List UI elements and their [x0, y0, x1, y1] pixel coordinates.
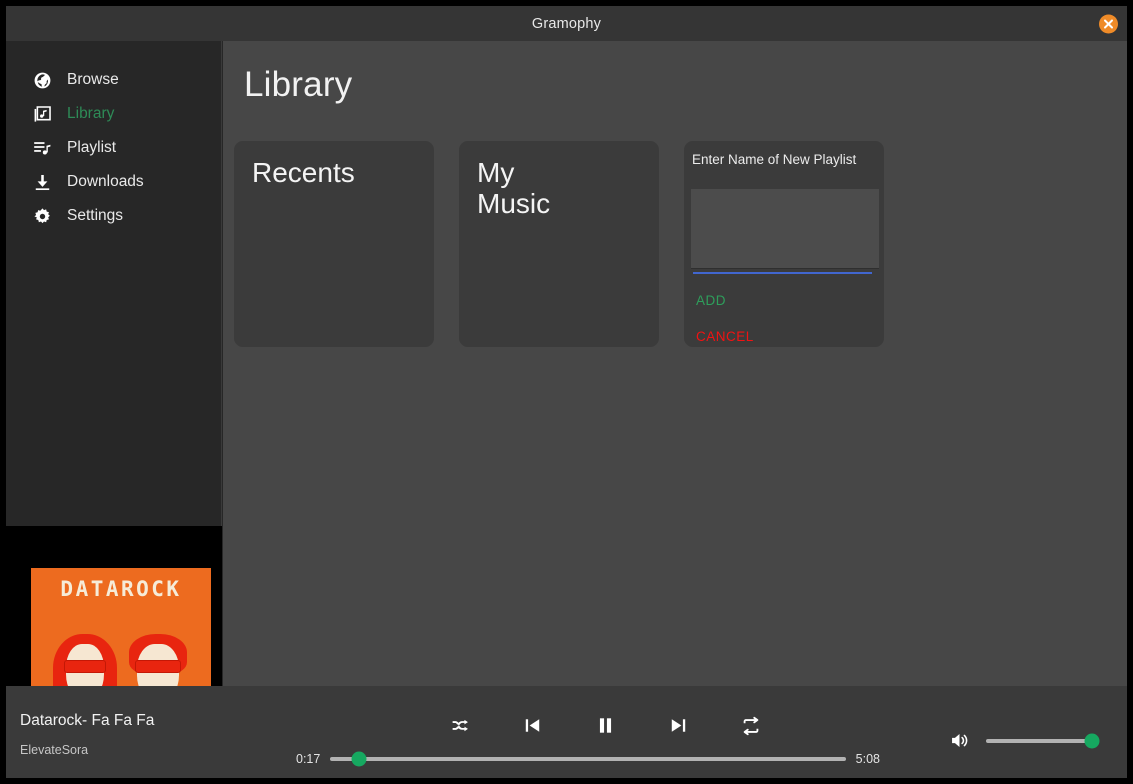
library-card-row: Recents My Music Enter Name of New Playl…: [234, 141, 884, 347]
library-card-recents[interactable]: Recents: [234, 141, 434, 347]
title-bar: Gramophy: [6, 6, 1127, 41]
speaker-icon[interactable]: [949, 730, 970, 751]
dialog-heading: Enter Name of New Playlist: [692, 152, 857, 167]
page-title: Library: [244, 65, 353, 104]
play-pause-button[interactable]: [590, 710, 621, 741]
seek-row: 0:17 5:08: [296, 751, 880, 767]
sidebar-item-downloads[interactable]: Downloads: [6, 165, 222, 199]
shuffle-button[interactable]: [446, 711, 475, 740]
close-button[interactable]: [1099, 14, 1118, 33]
volume-slider-thumb[interactable]: [1084, 733, 1100, 748]
track-artist: ElevateSora: [20, 743, 89, 757]
shuffle-icon: [452, 719, 468, 732]
skip-previous-icon: [525, 719, 540, 732]
repeat-icon: [743, 716, 759, 735]
sidebar-item-label: Playlist: [67, 139, 117, 156]
elapsed-time: 0:17: [296, 752, 321, 766]
cancel-button[interactable]: CANCEL: [696, 329, 754, 344]
volume-row: [949, 730, 1100, 751]
globe-icon: [32, 70, 53, 91]
seek-slider-thumb[interactable]: [351, 751, 367, 767]
library-card-title: Recents: [252, 157, 355, 188]
window-title: Gramophy: [531, 15, 602, 32]
repeat-button[interactable]: [736, 711, 766, 741]
input-focus-underline: [693, 272, 872, 274]
pause-icon: [599, 718, 612, 733]
duration-time: 5:08: [855, 752, 880, 766]
library-card-title: My Music: [477, 157, 551, 220]
close-icon: [1104, 19, 1113, 28]
main-content: Library Recents My Music Enter Name of N…: [223, 41, 1127, 778]
app-window: Gramophy Browse Library Playlist Downloa…: [6, 6, 1127, 778]
sidebar-item-label: Library: [67, 105, 115, 122]
album-art-band-name: DATAROCK: [60, 577, 182, 601]
sidebar-item-settings[interactable]: Settings: [6, 199, 222, 233]
sidebar-item-browse[interactable]: Browse: [6, 63, 222, 97]
library-card-my-music[interactable]: My Music: [459, 141, 659, 347]
sidebar: Browse Library Playlist Downloads Settin…: [6, 41, 222, 778]
sidebar-item-playlist[interactable]: Playlist: [6, 131, 222, 165]
body-area: Browse Library Playlist Downloads Settin…: [6, 41, 1127, 778]
player-bar: Datarock- Fa Fa Fa ElevateSora 0:17 5:08: [6, 686, 1127, 778]
transport-controls: [446, 710, 766, 741]
gear-icon: [32, 206, 53, 227]
volume-slider[interactable]: [986, 733, 1100, 748]
sidebar-item-label: Settings: [67, 207, 124, 224]
skip-next-icon: [671, 719, 686, 732]
seek-slider[interactable]: [330, 751, 846, 767]
add-button[interactable]: ADD: [696, 293, 726, 308]
library-music-icon: [32, 104, 53, 125]
playlist-name-input[interactable]: [691, 189, 879, 269]
next-button[interactable]: [663, 710, 694, 741]
track-title: Datarock- Fa Fa Fa: [20, 712, 155, 729]
new-playlist-dialog: Enter Name of New Playlist ADD CANCEL: [684, 141, 884, 347]
glasses-shape: [135, 660, 181, 673]
glasses-shape: [64, 660, 106, 673]
download-icon: [32, 172, 53, 193]
playlist-music-icon: [32, 138, 53, 159]
sidebar-nav-list: Browse Library Playlist Downloads Settin…: [6, 63, 222, 233]
sidebar-item-label: Browse: [67, 71, 119, 88]
previous-button[interactable]: [517, 710, 548, 741]
sidebar-item-library[interactable]: Library: [6, 97, 222, 131]
sidebar-item-label: Downloads: [67, 173, 144, 190]
